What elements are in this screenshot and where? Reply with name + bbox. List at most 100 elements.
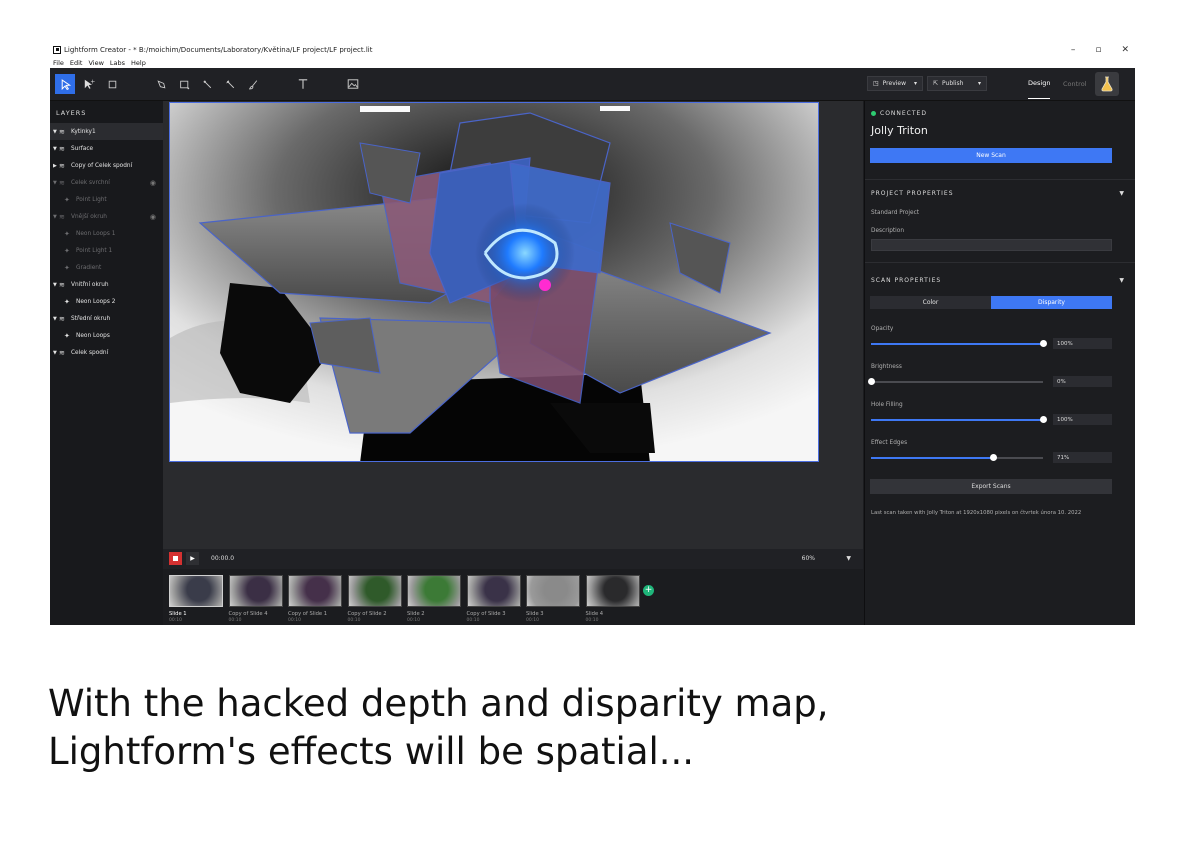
chevron-down-icon[interactable]: ▼: [846, 555, 851, 562]
layer-label: Celek svrchní: [71, 179, 110, 186]
preview-button[interactable]: ◳ Preview ▾: [867, 76, 923, 91]
zoom-level[interactable]: 60%: [802, 555, 815, 562]
menu-edit[interactable]: Edit: [70, 59, 83, 67]
color-mode-button[interactable]: Color: [870, 296, 991, 309]
opacity-slider[interactable]: [871, 340, 1047, 347]
effect-edges-slider[interactable]: [871, 454, 1043, 461]
layer-item[interactable]: ✦ Point Light: [50, 191, 163, 208]
slide-thumbnail[interactable]: [228, 575, 283, 607]
slide-thumbnail[interactable]: [407, 575, 461, 607]
layer-item[interactable]: ▼ ≋ Vnější okruh ◉: [50, 208, 163, 225]
text-tool-icon[interactable]: [293, 74, 313, 94]
hole-filling-slider[interactable]: [871, 416, 1047, 423]
layer-item[interactable]: ▼ ≋ Surface: [50, 140, 163, 157]
slide-thumbnail[interactable]: [288, 575, 342, 607]
visibility-eye-icon[interactable]: ◉: [150, 179, 156, 187]
stop-button[interactable]: [169, 552, 182, 565]
menu-help[interactable]: Help: [131, 59, 146, 67]
select-tool-icon[interactable]: [55, 74, 75, 94]
layer-item[interactable]: ▼ ≋ Střední okruh: [50, 310, 163, 327]
layer-label: Neon Loops 2: [76, 298, 116, 305]
layer-item[interactable]: ✦ Neon Loops: [50, 327, 163, 344]
slide-thumbnail[interactable]: [466, 575, 521, 607]
menu-bar: File Edit View Labs Help: [50, 58, 1135, 68]
brush-select-tool-icon[interactable]: [220, 74, 240, 94]
slide-thumbnail[interactable]: [526, 575, 580, 607]
canvas-area[interactable]: [163, 101, 863, 591]
slide-label: Slide 1: [169, 611, 187, 617]
image-tool-icon[interactable]: [343, 74, 363, 94]
close-button[interactable]: ✕: [1121, 45, 1129, 55]
layers-panel: LAYERS ▼ ≋ Kytinky1 ▼ ≋ Surface ▶ ≋ Copy of Cele…: [50, 101, 164, 625]
layer-stack-icon: ≋: [59, 127, 65, 136]
menu-labs[interactable]: Labs: [110, 59, 125, 67]
play-button[interactable]: ▶: [186, 552, 199, 565]
layer-item[interactable]: ▼ ≋ Celek svrchní ◉: [50, 174, 163, 191]
labs-flask-icon[interactable]: [1095, 72, 1119, 96]
slide-thumbnail[interactable]: [169, 575, 223, 607]
effect-edges-value[interactable]: 71%: [1053, 452, 1112, 463]
brightness-value[interactable]: 0%: [1053, 376, 1112, 387]
publish-button[interactable]: ⇱ Publish ▾: [927, 76, 987, 91]
export-scans-button[interactable]: Export Scans: [870, 479, 1112, 494]
minimize-button[interactable]: –: [1071, 45, 1076, 55]
effect-edges-label: Effect Edges: [871, 440, 908, 446]
slide-label: Slide 4: [585, 611, 604, 617]
brush-tool-icon[interactable]: [243, 74, 263, 94]
layer-item[interactable]: ✦ Gradient: [50, 259, 163, 276]
slider-knob[interactable]: [989, 454, 997, 461]
layer-item[interactable]: ▼ ≋ Celek spodní: [50, 344, 163, 361]
menu-view[interactable]: View: [88, 59, 103, 67]
device-name: Jolly Triton: [871, 124, 928, 137]
collapse-caret-icon[interactable]: ▼: [1119, 190, 1124, 197]
layer-label: Surface: [71, 145, 94, 152]
preview-icon: ◳: [873, 80, 879, 87]
comic-caption: With the hacked depth and disparity map,…: [48, 682, 829, 773]
layer-item[interactable]: ✦ Neon Loops 2: [50, 293, 163, 310]
opacity-value[interactable]: 100%: [1053, 338, 1112, 349]
brightness-label: Brightness: [871, 364, 902, 370]
hole-filling-value[interactable]: 100%: [1053, 414, 1112, 425]
add-slide-button[interactable]: +: [643, 585, 654, 596]
slide-duration: 00:10: [169, 618, 182, 623]
rectangle-tool-icon[interactable]: [174, 74, 194, 94]
slider-knob[interactable]: [1039, 416, 1047, 423]
point-select-tool-icon[interactable]: +: [79, 74, 99, 94]
brightness-slider[interactable]: [867, 378, 1043, 385]
disparity-mode-button[interactable]: Disparity: [991, 296, 1112, 309]
maximize-button[interactable]: ▫: [1095, 45, 1101, 55]
menu-file[interactable]: File: [53, 59, 64, 67]
layer-item[interactable]: ✦ Neon Loops 1: [50, 225, 163, 242]
layer-label: Vnější okruh: [71, 213, 107, 220]
layer-item[interactable]: ▼ ≋ Kytinky1: [50, 123, 163, 140]
visibility-eye-icon[interactable]: ◉: [150, 213, 156, 221]
layer-label: Neon Loops 1: [76, 230, 116, 237]
chevron-down-icon[interactable]: ▾: [978, 80, 981, 87]
slide-thumbnail[interactable]: [585, 575, 640, 607]
slide-label: Slide 3: [526, 611, 544, 617]
slide-thumbnail[interactable]: [347, 575, 402, 607]
tab-design[interactable]: Design: [1028, 68, 1051, 99]
slider-knob[interactable]: [867, 378, 875, 385]
section-title: PROJECT PROPERTIES: [871, 190, 954, 197]
window-controls: – ▫ ✕: [1071, 41, 1129, 58]
hole-filling-label: Hole Filling: [871, 402, 903, 408]
slider-fill: [871, 343, 1043, 345]
slide-label: Slide 2: [407, 611, 425, 617]
collapse-caret-icon[interactable]: ▼: [1119, 277, 1124, 284]
description-field[interactable]: [871, 239, 1112, 251]
scan-mode-toggle: Color Disparity: [870, 296, 1112, 309]
layer-label: Neon Loops: [76, 332, 110, 339]
preview-label: Preview: [882, 80, 907, 87]
magic-wand-tool-icon[interactable]: [197, 74, 217, 94]
layer-item[interactable]: ▶ ≋ Copy of Celek spodní: [50, 157, 163, 174]
pen-tool-icon[interactable]: [151, 74, 171, 94]
layer-item[interactable]: ▼ ≋ Vnitřní okruh: [50, 276, 163, 293]
new-scan-button[interactable]: New Scan: [870, 148, 1112, 163]
layer-item[interactable]: ✦ Point Light 1: [50, 242, 163, 259]
chevron-down-icon[interactable]: ▾: [914, 80, 917, 87]
crop-tool-icon[interactable]: [102, 74, 122, 94]
slider-knob[interactable]: [1039, 340, 1047, 347]
tab-control[interactable]: Control: [1063, 68, 1087, 99]
scan-preview[interactable]: [169, 102, 819, 462]
